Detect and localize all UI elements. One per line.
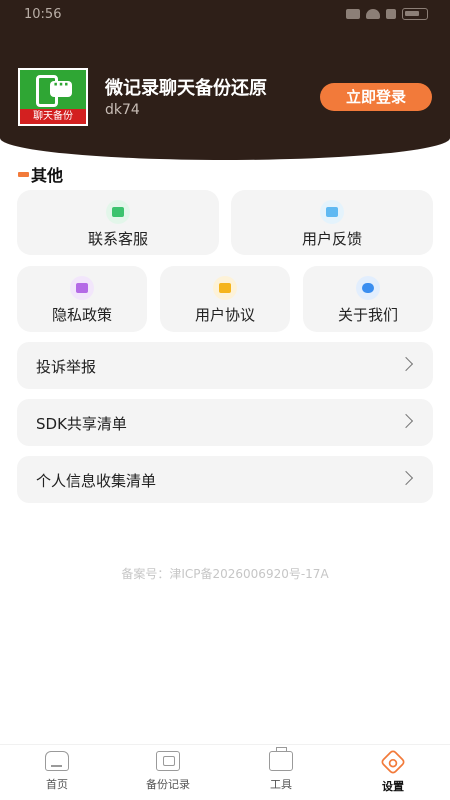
sdk-share-list-label: SDK共享清单 [36,415,127,433]
status-icons [346,8,428,20]
contact-service-card[interactable]: 联系客服 [17,190,219,255]
chevron-right-icon [398,413,414,429]
personal-info-list-row[interactable]: 个人信息收集清单 [17,456,433,503]
info-icon [356,276,380,300]
privacy-policy-card[interactable]: 隐私政策 [17,266,147,332]
complaint-report-label: 投诉举报 [36,358,97,376]
battery-icon [402,8,428,20]
feedback-label: 用户反馈 [301,230,362,248]
profile-header: 10:56 聊天备份 微记录聊天备份还原 dk74 立即登录 [0,0,450,160]
lock-icon [70,276,94,300]
document-icon [213,276,237,300]
section-accent-bar [18,171,29,177]
user-id: dk74 [105,102,140,118]
user-agreement-card[interactable]: 用户协议 [160,266,290,332]
home-icon [45,751,69,771]
notification-icon [386,9,396,19]
wifi-icon [366,9,380,19]
backup-icon [156,751,180,771]
tab-backup-records[interactable]: 备份记录 [128,751,208,792]
user-agreement-label: 用户协议 [194,306,255,324]
contact-service-label: 联系客服 [87,230,148,248]
section-title: 其他 [18,162,63,186]
about-us-card[interactable]: 关于我们 [303,266,433,332]
complaint-report-row[interactable]: 投诉举报 [17,342,433,389]
login-button[interactable]: 立即登录 [320,83,432,111]
status-bar: 10:56 [0,0,450,30]
about-us-label: 关于我们 [337,306,398,324]
personal-info-list-label: 个人信息收集清单 [36,472,157,490]
tab-tools[interactable]: 工具 [241,747,321,792]
bottom-tab-bar: 首页 备份记录 工具 设置 [0,744,450,800]
mail-icon [320,200,344,224]
icp-record: 备案号：津ICP备2026006920号-17A [121,567,329,581]
chat-bubble-icon [50,77,72,97]
chevron-right-icon [398,470,414,486]
signal-icon [346,9,360,19]
tab-home[interactable]: 首页 [17,751,97,792]
sdk-share-list-row[interactable]: SDK共享清单 [17,399,433,446]
tab-backup-records-label: 备份记录 [146,778,190,791]
status-time: 10:56 [24,7,62,22]
section-title-text: 其他 [31,166,64,185]
settings-icon [379,748,407,776]
tab-home-label: 首页 [46,778,68,791]
chevron-right-icon [398,356,414,372]
app-name: 微记录聊天备份还原 [105,78,267,99]
tab-settings[interactable]: 设置 [353,748,433,794]
tab-tools-label: 工具 [270,778,292,791]
tab-settings-label: 设置 [382,780,404,793]
logo-text: 聊天备份 [20,109,86,124]
toolbox-icon [269,747,293,771]
privacy-policy-label: 隐私政策 [51,306,112,324]
feedback-card[interactable]: 用户反馈 [231,190,433,255]
app-logo: 聊天备份 [18,68,88,126]
chat-icon [106,200,130,224]
